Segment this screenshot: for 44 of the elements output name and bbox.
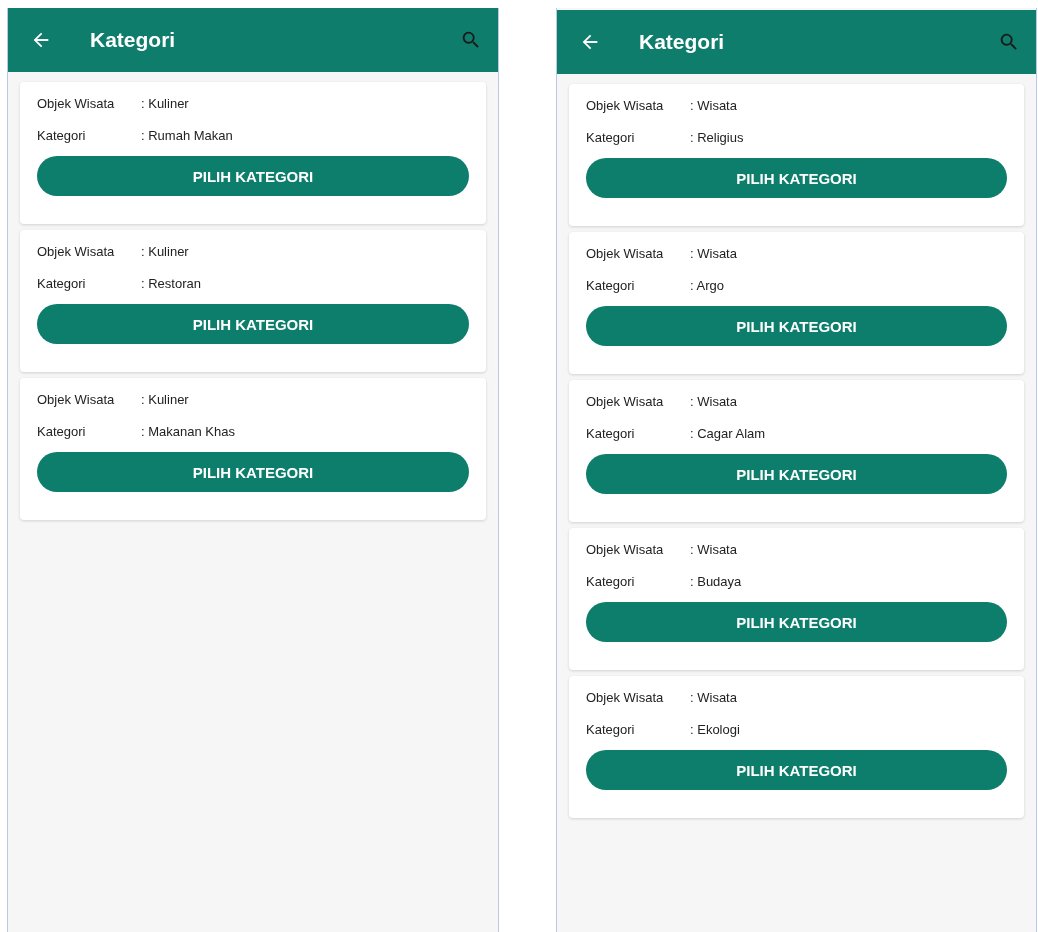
field-value: : Restoran [141, 276, 201, 291]
field-label: Kategori [586, 426, 636, 441]
choose-category-button[interactable]: PILIH KATEGORI [37, 304, 469, 344]
field-value: : Argo [690, 278, 724, 293]
field-label: Kategori [586, 722, 636, 737]
field-value: : Rumah Makan [141, 128, 233, 143]
field-value: : Wisata [690, 394, 737, 409]
field-label: Objek Wisata [37, 392, 116, 407]
field-label: Kategori [37, 424, 87, 439]
field-value: : Kuliner [141, 392, 189, 407]
screen-title: Kategori [90, 28, 176, 52]
field-value: : Ekologi [690, 722, 740, 737]
field-label: Objek Wisata [586, 690, 665, 705]
field-label: Kategori [37, 128, 87, 143]
choose-category-button[interactable]: PILIH KATEGORI [37, 452, 469, 492]
field-label: Kategori [586, 574, 636, 589]
field-value: : Wisata [690, 690, 737, 705]
field-label: Objek Wisata [586, 542, 665, 557]
field-label: Objek Wisata [586, 394, 665, 409]
choose-category-button[interactable]: PILIH KATEGORI [586, 454, 1007, 494]
screen-title: Kategori [639, 30, 725, 54]
field-value: : Wisata [690, 246, 737, 261]
field-value: : Religius [690, 130, 744, 145]
choose-category-button[interactable]: PILIH KATEGORI [586, 750, 1007, 790]
field-value: : Kuliner [141, 244, 189, 259]
field-value: : Kuliner [141, 96, 189, 111]
search-icon[interactable] [460, 29, 482, 51]
field-label: Kategori [37, 276, 87, 291]
field-value: : Budaya [690, 574, 742, 589]
field-label: Objek Wisata [586, 98, 665, 113]
field-value: : Wisata [690, 542, 737, 557]
choose-category-button[interactable]: PILIH KATEGORI [586, 306, 1007, 346]
choose-category-button[interactable]: PILIH KATEGORI [586, 602, 1007, 642]
choose-category-button[interactable]: PILIH KATEGORI [37, 156, 469, 196]
field-value: : Cagar Alam [690, 426, 766, 441]
field-value: : Makanan Khas [141, 424, 235, 439]
choose-category-button[interactable]: PILIH KATEGORI [586, 158, 1007, 198]
search-icon[interactable] [998, 31, 1020, 53]
field-label: Kategori [586, 278, 636, 293]
field-label: Objek Wisata [37, 96, 116, 111]
field-label: Kategori [586, 130, 636, 145]
field-value: : Wisata [690, 98, 737, 113]
field-label: Objek Wisata [37, 244, 116, 259]
field-label: Objek Wisata [586, 246, 665, 261]
